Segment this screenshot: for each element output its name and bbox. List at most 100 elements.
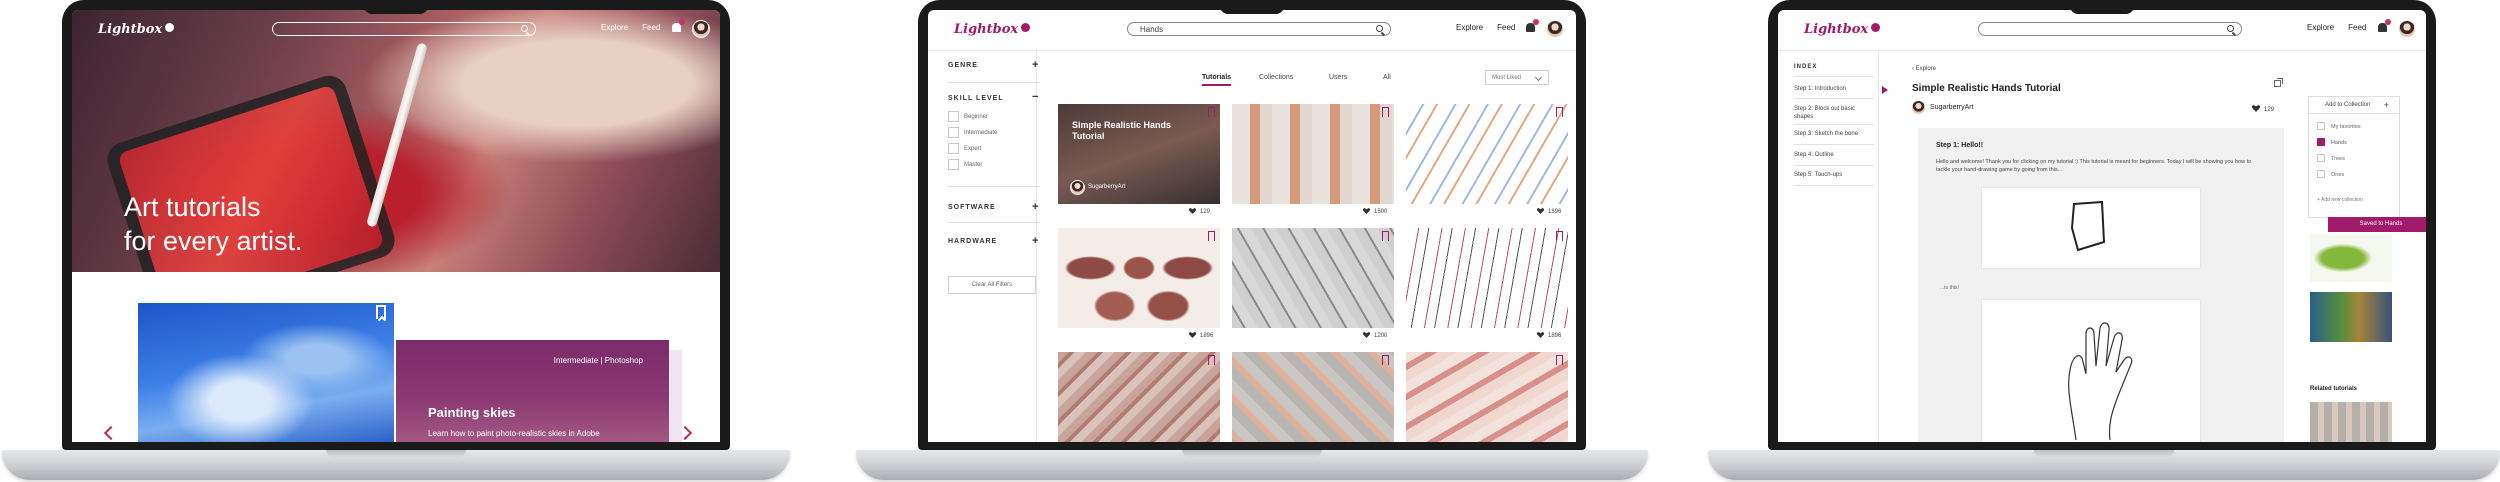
heart-icon[interactable] [1189,208,1196,214]
screen-tutorial-detail: Lightbox Explore Feed INDEX Step 1: Intro… [1778,10,2426,442]
heart-icon[interactable] [1363,208,1370,214]
author-name[interactable]: SugarberryArt [1930,104,1974,111]
nav-explore[interactable]: Explore [2307,23,2334,32]
tab-collections[interactable]: Collections [1259,74,1293,81]
clear-filters-button[interactable]: Clear All Filters [948,276,1036,294]
collection-option[interactable]: Trees [2331,156,2345,162]
bookmark-icon[interactable] [1382,231,1389,241]
search-icon[interactable] [1376,25,1383,32]
avatar[interactable] [692,20,710,38]
filter-hardware[interactable]: HARDWARE [948,238,997,245]
side-thumbnail[interactable] [2310,292,2392,342]
result-card[interactable] [1232,352,1394,442]
divider [1794,124,1874,125]
bookmark-icon[interactable] [376,305,386,319]
heart-icon[interactable] [1189,332,1196,338]
tab-tutorials[interactable]: Tutorials [1202,74,1232,86]
add-new-collection[interactable]: + Add new collection [2317,197,2363,203]
divider [948,186,1040,187]
notifications-bell-icon[interactable] [672,19,685,32]
bookmark-icon[interactable] [1208,107,1215,117]
notification-badge [2385,19,2391,25]
add-plus-icon[interactable]: + [2384,97,2389,113]
featured-card-info[interactable]: Intermediate | Photoshop Painting skies … [396,340,669,442]
result-card[interactable] [1232,228,1394,328]
featured-card-image[interactable] [138,303,394,442]
logo[interactable]: Lightbox [98,22,175,37]
nav-explore[interactable]: Explore [1456,23,1483,32]
collapse-minus-icon[interactable]: − [1032,91,1038,103]
index-step-1[interactable]: Step 1: Introduction [1794,85,1874,93]
search-icon[interactable] [521,25,528,32]
collection-option[interactable]: Hands [2331,140,2347,146]
search-input[interactable] [1978,22,2242,36]
heart-icon[interactable] [1537,332,1544,338]
bookmark-icon[interactable] [1208,355,1215,365]
logo[interactable]: Lightbox [1804,22,1881,37]
index-step-2[interactable]: Step 2: Block out basic shapes [1794,105,1874,121]
expand-plus-icon[interactable]: + [1032,201,1038,213]
laptop-groove [1182,450,1322,457]
related-thumbnail[interactable] [2310,402,2392,442]
checkbox-trees[interactable] [2317,154,2325,162]
checkbox-beginner[interactable] [948,111,959,122]
checkbox-master[interactable] [948,159,959,170]
index-step-3[interactable]: Step 3: Sketch the bone [1794,130,1874,138]
divider [1794,98,1874,99]
search-input[interactable]: Hands [1127,22,1391,36]
bookmark-icon[interactable] [1382,355,1389,365]
heart-icon[interactable] [1363,332,1370,338]
bookmark-icon[interactable] [1382,107,1389,117]
heart-icon[interactable] [1537,208,1544,214]
result-card[interactable] [1406,228,1568,328]
index-step-5[interactable]: Step 5: Touch-ups [1794,171,1874,179]
result-card[interactable] [1232,104,1394,204]
result-card[interactable] [1058,228,1220,328]
collection-option[interactable]: Ones [2331,172,2344,178]
image-caption: ...to this! [1940,285,1959,291]
index-step-4[interactable]: Step 4: Outline [1794,151,1874,159]
result-card[interactable] [1406,352,1568,442]
result-card-featured[interactable]: Simple Realistic Hands Tutorial Sugarber… [1058,104,1220,204]
filter-skill-level[interactable]: SKILL LEVEL [948,95,1004,102]
checkbox-ones[interactable] [2317,170,2325,178]
nav-explore[interactable]: Explore [601,23,628,32]
checkbox-hands[interactable] [2317,138,2325,146]
logo[interactable]: Lightbox [954,22,1031,37]
checkbox-intermediate[interactable] [948,127,959,138]
result-tabs: Tutorials [1202,74,1232,86]
search-input[interactable] [272,22,536,36]
breadcrumb-explore[interactable]: Explore [1916,66,1936,72]
avatar[interactable] [2398,20,2416,38]
author-avatar[interactable] [1912,101,1925,114]
nav-feed[interactable]: Feed [2348,23,2366,32]
result-card[interactable] [1058,352,1220,442]
expand-plus-icon[interactable]: + [1032,235,1038,247]
bookmark-icon[interactable] [1556,231,1563,241]
share-external-icon[interactable] [2274,78,2283,87]
tab-all[interactable]: All [1383,74,1391,81]
nav-feed[interactable]: Feed [1497,23,1515,32]
collection-dropdown[interactable]: Add to Collection + My favorites Hands Tr… [2308,96,2400,218]
collection-option[interactable]: My favorites [2331,124,2361,130]
bookmark-icon[interactable] [1208,231,1215,241]
breadcrumb[interactable]: ‹ Explore [1912,66,1936,72]
checkbox-my-favorites[interactable] [2317,122,2325,130]
dropdown-header[interactable]: Add to Collection + [2309,97,2399,114]
result-card[interactable] [1406,104,1568,204]
expand-plus-icon[interactable]: + [1032,59,1038,71]
notifications-bell-icon[interactable] [2378,19,2391,32]
filter-software[interactable]: SOFTWARE [948,204,996,211]
heart-icon[interactable] [2252,105,2260,112]
nav-feed[interactable]: Feed [642,23,660,32]
sort-dropdown[interactable]: Most Liked [1485,70,1549,85]
side-thumbnail[interactable] [2310,234,2392,282]
avatar[interactable] [1546,20,1564,38]
tab-users[interactable]: Users [1329,74,1347,81]
bookmark-icon[interactable] [1556,107,1563,117]
search-icon[interactable] [2227,25,2234,32]
notifications-bell-icon[interactable] [1526,19,1539,32]
checkbox-expert[interactable] [948,143,959,154]
filter-genre[interactable]: GENRE [948,62,978,69]
bookmark-icon[interactable] [1556,355,1563,365]
